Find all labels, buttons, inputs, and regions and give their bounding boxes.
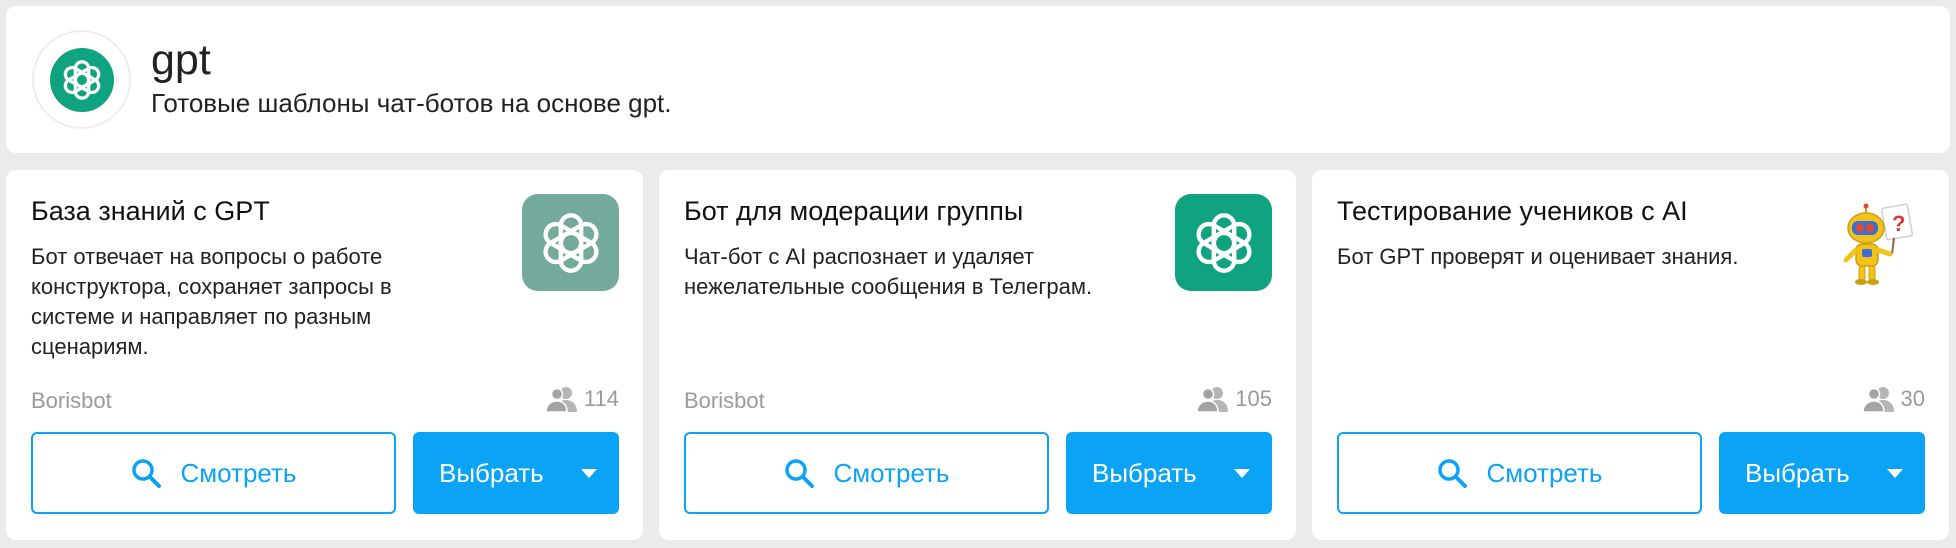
choose-button[interactable]: Выбрать [413, 432, 619, 514]
view-button-label: Смотреть [833, 457, 950, 488]
page-title: gpt [151, 35, 211, 84]
chevron-down-icon [581, 468, 597, 478]
card-title: Бот для модерации группы [684, 196, 1024, 226]
card-author: Borisbot [684, 388, 765, 413]
users-icon [1862, 387, 1894, 412]
view-button[interactable]: Смотреть [684, 432, 1049, 514]
users-count: 30 [1862, 386, 1925, 412]
card-title: База знаний с GPT [31, 196, 270, 226]
choose-button-label: Выбрать [439, 457, 544, 488]
card-author: Borisbot [31, 388, 112, 413]
svg-text:?: ? [1892, 211, 1905, 236]
view-button[interactable]: Смотреть [1337, 432, 1702, 514]
view-button-label: Смотреть [1486, 457, 1603, 488]
openai-icon [1175, 194, 1272, 291]
users-count: 114 [545, 386, 619, 412]
users-icon [545, 387, 577, 412]
search-icon [1437, 459, 1467, 488]
openai-icon [522, 194, 619, 291]
chevron-down-icon [1234, 468, 1250, 478]
search-icon [784, 459, 814, 488]
view-button-label: Смотреть [180, 457, 297, 488]
search-icon [131, 459, 161, 488]
users-icon [1197, 387, 1229, 412]
choose-button[interactable]: Выбрать [1719, 432, 1925, 514]
card-title: Тестирование учеников с AI [1337, 196, 1688, 226]
template-card: Тестирование учеников с AI Бот GPT прове… [1312, 170, 1949, 540]
choose-button[interactable]: Выбрать [1066, 432, 1272, 514]
template-card: База знаний с GPT Бот отвечает на вопрос… [6, 170, 643, 540]
chevron-down-icon [1887, 468, 1903, 478]
template-card: Бот для модерации группы Чат-бот с AI ра… [659, 170, 1296, 540]
view-button[interactable]: Смотреть [31, 432, 396, 514]
card-description: Бот GPT проверят и оценивает знания. [1337, 244, 1739, 269]
choose-button-label: Выбрать [1745, 457, 1850, 488]
card-description: Чат-бот с AI распознает и удаляет нежела… [684, 244, 1093, 299]
template-cards: База знаний с GPT Бот отвечает на вопрос… [6, 170, 1950, 540]
openai-icon [49, 47, 114, 112]
users-count: 105 [1197, 386, 1272, 412]
card-description: Бот отвечает на вопросы о работе констру… [31, 244, 392, 359]
category-header: gpt Готовые шаблоны чат-ботов на основе … [6, 6, 1950, 153]
category-logo [32, 30, 131, 129]
robot-question-icon: ? [1828, 194, 1925, 291]
choose-button-label: Выбрать [1092, 457, 1197, 488]
page-subtitle: Готовые шаблоны чат-ботов на основе gpt. [151, 87, 672, 118]
